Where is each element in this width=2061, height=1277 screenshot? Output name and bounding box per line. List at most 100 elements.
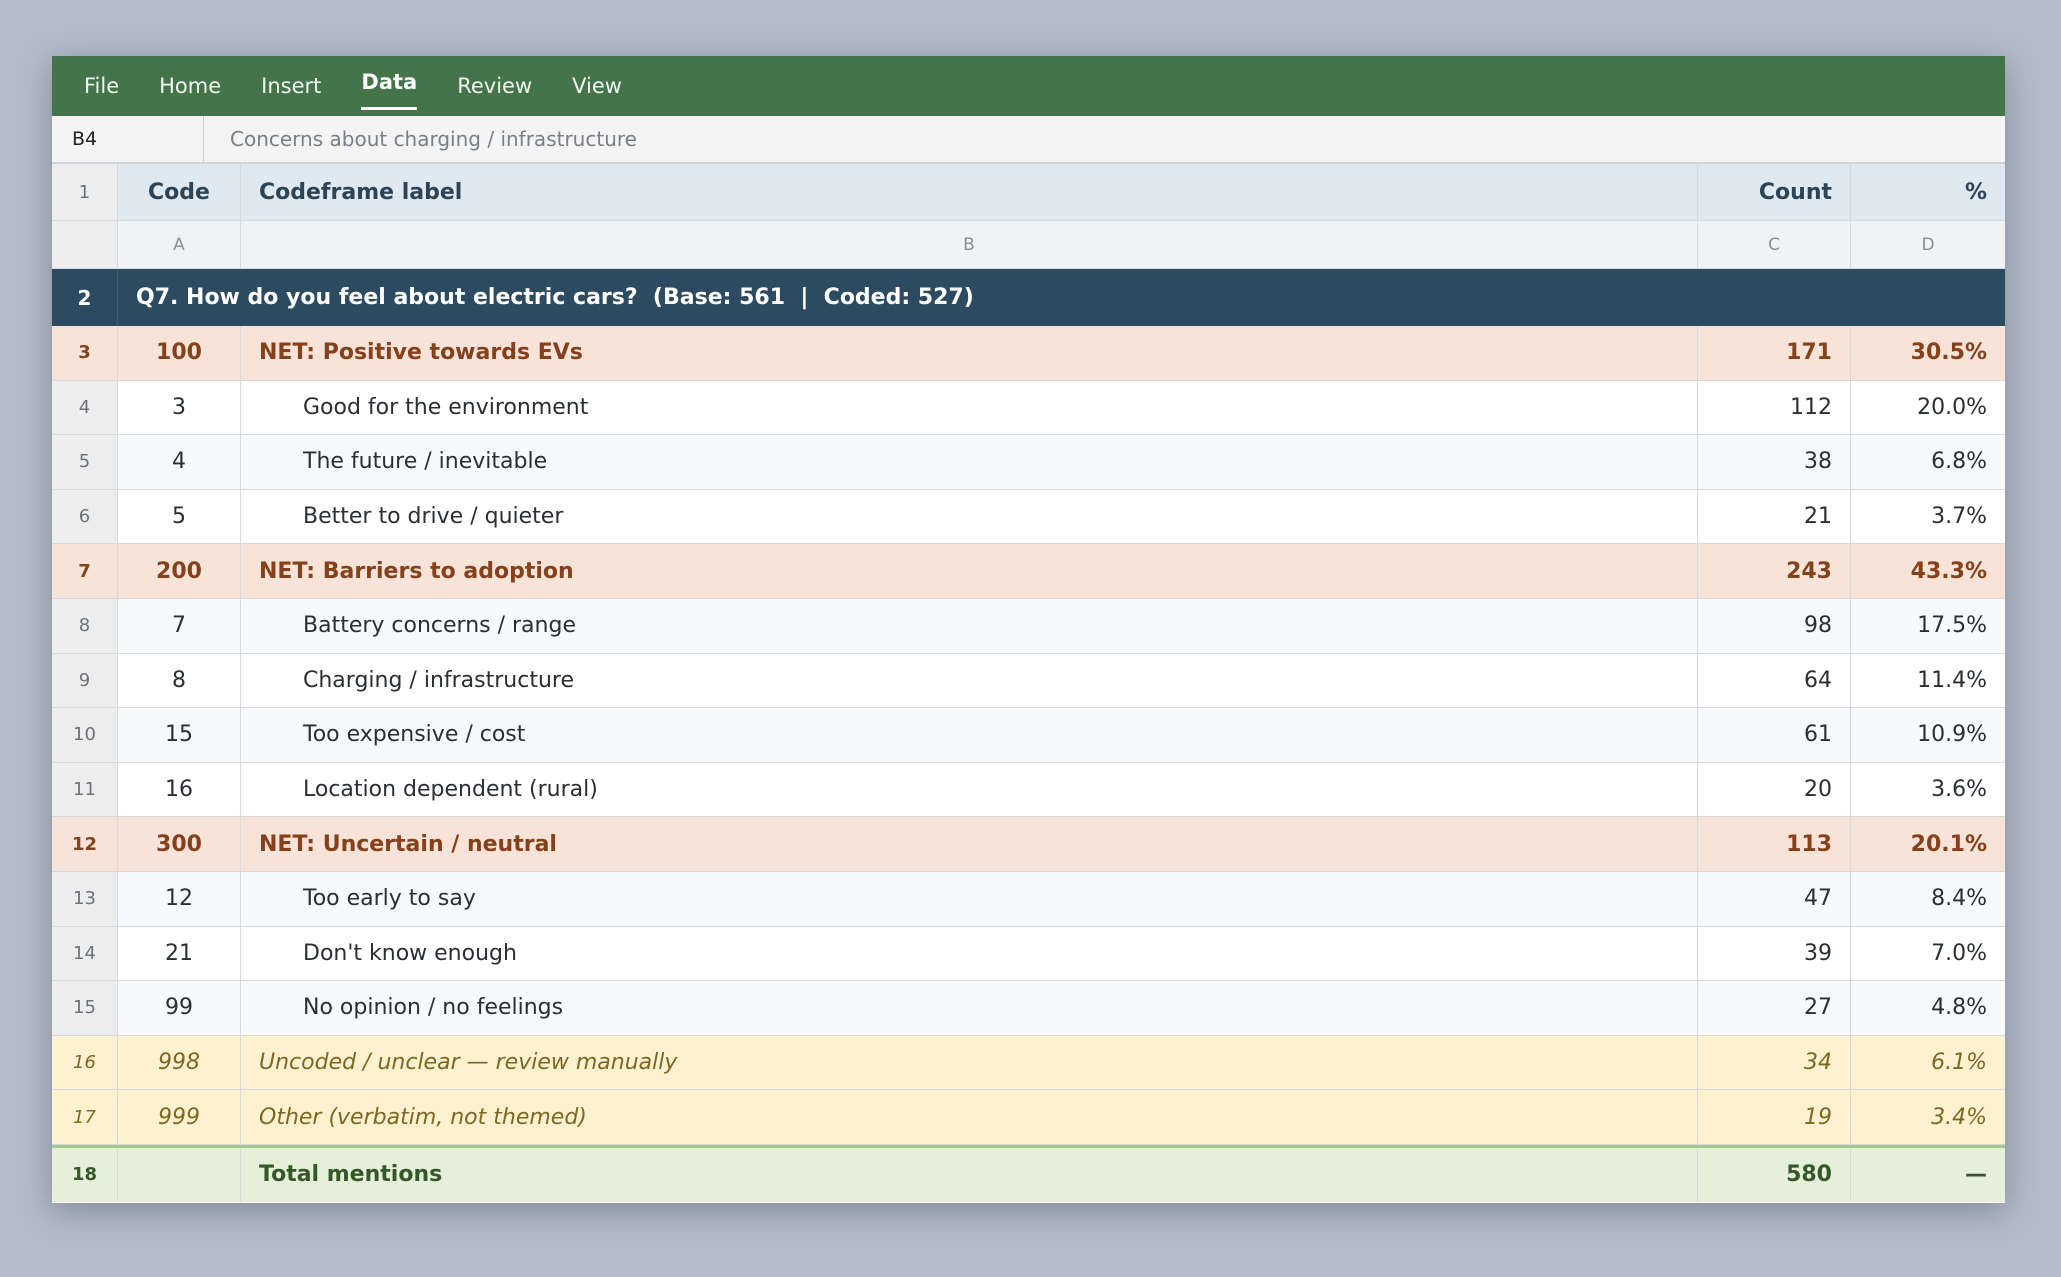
menu-home[interactable]: Home <box>139 56 241 116</box>
pct-cell[interactable]: 30.5% <box>1851 326 2005 380</box>
row-number[interactable]: 17 <box>52 1090 118 1144</box>
code-cell[interactable]: 4 <box>118 435 241 489</box>
label-cell[interactable]: Better to drive / quieter <box>241 489 1698 544</box>
label-cell[interactable]: Too early to say <box>241 871 1698 926</box>
count-cell[interactable]: 243 <box>1698 544 1851 598</box>
column-header-d[interactable]: D <box>1851 221 2005 268</box>
row-number[interactable]: 1 <box>52 164 118 220</box>
formula-input[interactable]: Concerns about charging / infrastructure <box>204 127 637 151</box>
count-cell[interactable]: 98 <box>1698 598 1851 653</box>
total-count[interactable]: 580 <box>1698 1147 1851 1202</box>
pct-cell[interactable]: 20.1% <box>1851 817 2005 871</box>
pct-cell[interactable]: 20.0% <box>1851 381 2005 435</box>
label-cell[interactable]: Location dependent (rural) <box>241 762 1698 817</box>
pct-cell[interactable]: 3.4% <box>1851 1090 2005 1144</box>
total-label[interactable]: Total mentions <box>241 1147 1698 1202</box>
header-pct[interactable]: % <box>1851 164 2005 220</box>
count-cell[interactable]: 19 <box>1698 1090 1851 1144</box>
row-number[interactable]: 15 <box>52 981 118 1035</box>
label-cell[interactable]: NET: Barriers to adoption <box>241 544 1698 598</box>
code-cell[interactable]: 5 <box>118 489 241 544</box>
label-cell[interactable]: NET: Uncertain / neutral <box>241 817 1698 871</box>
code-cell[interactable]: 999 <box>118 1090 241 1144</box>
label-cell[interactable]: Other (verbatim, not themed) <box>241 1090 1698 1144</box>
menu-insert[interactable]: Insert <box>241 56 341 116</box>
row-number[interactable]: 11 <box>52 762 118 817</box>
label-cell[interactable]: Don't know enough <box>241 926 1698 981</box>
column-header-a[interactable]: A <box>118 221 241 268</box>
code-cell[interactable]: 200 <box>118 544 241 598</box>
code-cell[interactable]: 21 <box>118 926 241 981</box>
pct-cell[interactable]: 7.0% <box>1851 927 2005 981</box>
row-number[interactable]: 18 <box>52 1147 118 1202</box>
count-cell[interactable]: 113 <box>1698 817 1851 871</box>
label-cell[interactable]: NET: Positive towards EVs <box>241 326 1698 380</box>
corner-cell[interactable] <box>52 221 118 268</box>
count-cell[interactable]: 34 <box>1698 1035 1851 1090</box>
pct-cell[interactable]: 11.4% <box>1851 654 2005 708</box>
column-header-b[interactable]: B <box>241 221 1698 268</box>
code-cell[interactable]: 15 <box>118 708 241 762</box>
column-header-c[interactable]: C <box>1698 221 1851 268</box>
row-number[interactable]: 8 <box>52 598 118 653</box>
label-cell[interactable]: Good for the environment <box>241 380 1698 435</box>
count-cell[interactable]: 38 <box>1698 435 1851 489</box>
label-cell[interactable]: Too expensive / cost <box>241 708 1698 762</box>
count-cell[interactable]: 112 <box>1698 380 1851 435</box>
count-cell[interactable]: 61 <box>1698 708 1851 762</box>
row-number[interactable]: 9 <box>52 653 118 708</box>
pct-cell[interactable]: 6.8% <box>1851 435 2005 489</box>
pct-cell[interactable]: 3.6% <box>1851 763 2005 817</box>
code-cell[interactable]: 7 <box>118 598 241 653</box>
header-code[interactable]: Code <box>118 164 241 220</box>
count-cell[interactable]: 47 <box>1698 871 1851 926</box>
code-cell[interactable]: 16 <box>118 762 241 817</box>
count-cell[interactable]: 64 <box>1698 653 1851 708</box>
code-cell[interactable]: 300 <box>118 817 241 871</box>
header-count[interactable]: Count <box>1698 164 1851 220</box>
pct-cell[interactable]: 17.5% <box>1851 599 2005 653</box>
menu-data[interactable]: Data <box>341 56 437 116</box>
menu-file[interactable]: File <box>64 56 139 116</box>
row-number[interactable]: 6 <box>52 489 118 544</box>
code-cell[interactable]: 3 <box>118 380 241 435</box>
row-number[interactable]: 5 <box>52 435 118 489</box>
label-cell[interactable]: Uncoded / unclear — review manually <box>241 1035 1698 1090</box>
row-number[interactable]: 3 <box>52 326 118 380</box>
header-label[interactable]: Codeframe label <box>241 164 1698 220</box>
menu-view[interactable]: View <box>552 56 642 116</box>
count-cell[interactable]: 171 <box>1698 326 1851 380</box>
count-cell[interactable]: 39 <box>1698 926 1851 981</box>
code-cell[interactable]: 100 <box>118 326 241 380</box>
name-box[interactable]: B4 <box>52 116 204 162</box>
row-number[interactable]: 13 <box>52 871 118 926</box>
row-number[interactable]: 2 <box>52 269 118 326</box>
row-number[interactable]: 16 <box>52 1035 118 1090</box>
pct-cell[interactable]: 6.1% <box>1851 1036 2005 1090</box>
total-pct[interactable]: — <box>1851 1148 2005 1202</box>
row-number[interactable]: 12 <box>52 817 118 871</box>
pct-cell[interactable]: 10.9% <box>1851 708 2005 762</box>
row-number[interactable]: 4 <box>52 380 118 435</box>
total-code[interactable] <box>118 1147 241 1202</box>
code-cell[interactable]: 8 <box>118 653 241 708</box>
pct-cell[interactable]: 4.8% <box>1851 981 2005 1035</box>
label-cell[interactable]: Battery concerns / range <box>241 598 1698 653</box>
pct-cell[interactable]: 8.4% <box>1851 872 2005 926</box>
label-cell[interactable]: No opinion / no feelings <box>241 981 1698 1035</box>
count-cell[interactable]: 20 <box>1698 762 1851 817</box>
label-cell[interactable]: The future / inevitable <box>241 435 1698 489</box>
row-number[interactable]: 14 <box>52 926 118 981</box>
count-cell[interactable]: 21 <box>1698 489 1851 544</box>
count-cell[interactable]: 27 <box>1698 981 1851 1035</box>
code-cell[interactable]: 998 <box>118 1035 241 1090</box>
pct-cell[interactable]: 3.7% <box>1851 490 2005 544</box>
row-number[interactable]: 10 <box>52 708 118 762</box>
label-cell[interactable]: Charging / infrastructure <box>241 653 1698 708</box>
menu-review[interactable]: Review <box>437 56 552 116</box>
pct-cell[interactable]: 43.3% <box>1851 544 2005 598</box>
row-number[interactable]: 7 <box>52 544 118 598</box>
question-text[interactable]: Q7. How do you feel about electric cars?… <box>118 269 2005 326</box>
code-cell[interactable]: 12 <box>118 871 241 926</box>
code-cell[interactable]: 99 <box>118 981 241 1035</box>
